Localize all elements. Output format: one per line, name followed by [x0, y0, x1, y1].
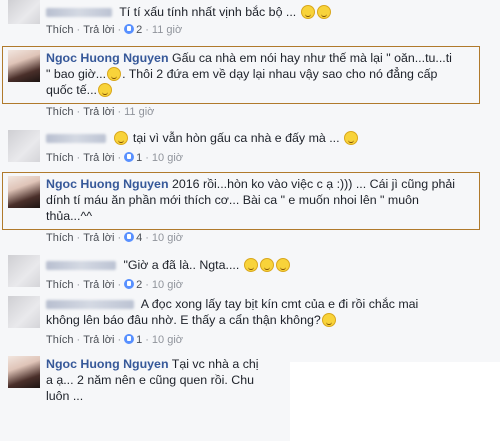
like-link[interactable]: Thích — [46, 334, 74, 346]
comment-text: luôn ... — [46, 389, 84, 403]
reply-link[interactable]: Trả lời — [83, 334, 114, 346]
tongue-emoji-icon — [316, 5, 331, 19]
laugh-emoji-icon — [97, 83, 112, 97]
commenter-name-blurred[interactable] — [46, 134, 106, 144]
reply-link[interactable]: Trả lời — [83, 279, 114, 291]
thumbs-up-icon — [124, 24, 135, 34]
comment-actions: Thích · Trả lời · 2 · 11 giờ — [46, 24, 183, 36]
timestamp[interactable]: 11 giờ — [124, 106, 154, 118]
comment-text: 2016 rồi...hòn ko vào việc c ạ :))) ... … — [171, 177, 456, 191]
comment-actions: Thích · Trả lời · 2 · 10 giờ — [46, 279, 183, 291]
reply-link[interactable]: Trả lời — [83, 106, 114, 118]
timestamp[interactable]: 10 giờ — [152, 232, 183, 244]
tongue-emoji-icon — [300, 5, 315, 19]
thumbs-up-icon — [124, 334, 135, 344]
timestamp[interactable]: 10 giờ — [152, 334, 183, 346]
like-link[interactable]: Thích — [46, 152, 74, 164]
comment-text: Tí tí xấu tính nhất vịnh bắc bộ ... — [119, 5, 297, 19]
thumbs-up-icon — [124, 279, 135, 289]
like-count[interactable]: 4 — [136, 232, 142, 244]
timestamp[interactable]: 10 giờ — [152, 279, 183, 291]
cover-face-emoji-icon — [321, 313, 336, 327]
reply-link[interactable]: Trả lời — [83, 232, 114, 244]
comment-text: "Giờ a đã là.. Ngta.... — [123, 258, 240, 272]
commenter-name-blurred[interactable] — [46, 8, 112, 18]
reply-link[interactable]: Trả lời — [83, 152, 114, 164]
commenter-name[interactable]: Ngoc Huong Nguyen — [46, 51, 169, 65]
timestamp[interactable]: 10 giờ — [152, 152, 183, 164]
avatar[interactable] — [8, 50, 40, 82]
laugh-emoji-icon — [275, 258, 290, 272]
like-count[interactable]: 1 — [136, 152, 142, 164]
comment-text: thủa...^^ — [46, 209, 93, 223]
like-link[interactable]: Thích — [46, 279, 74, 291]
comment-text: tại vì vẫn hòn gấu ca nhà e đấy mà ... — [132, 131, 340, 145]
comment-actions: Thích · Trả lời · 4 · 10 giờ — [46, 232, 183, 244]
reply-link[interactable]: Trả lời — [83, 24, 114, 36]
thumbs-up-icon — [124, 152, 135, 162]
comment-text: Tại vc nhà a chị — [171, 357, 259, 371]
avatar[interactable] — [8, 0, 40, 24]
like-count[interactable]: 2 — [136, 279, 142, 291]
commenter-name-blurred[interactable] — [46, 261, 116, 271]
commenter-name-blurred[interactable] — [46, 300, 134, 310]
laugh-emoji-icon — [114, 131, 129, 145]
like-link[interactable]: Thích — [46, 24, 74, 36]
comment-actions: Thích · Trả lời · 1 · 10 giờ — [46, 334, 183, 346]
timestamp[interactable]: 11 giờ — [152, 24, 182, 36]
comment-text: a ạ... 2 năm nên e cũng quen rồi. Chu — [46, 373, 255, 387]
redaction-box — [290, 362, 500, 441]
like-count[interactable]: 2 — [136, 24, 142, 36]
avatar[interactable] — [8, 356, 40, 388]
avatar[interactable] — [8, 296, 40, 328]
commenter-name[interactable]: Ngoc Huong Nguyen — [46, 357, 169, 371]
comment-text: Gấu ca nhà em nói hay như thế mà lại " o… — [171, 51, 452, 65]
laugh-emoji-icon — [259, 258, 274, 272]
thumbs-up-icon — [124, 232, 135, 242]
avatar[interactable] — [8, 255, 40, 287]
comment-actions: Thích · Trả lời · 11 giờ — [46, 106, 155, 118]
avatar[interactable] — [8, 130, 40, 162]
like-link[interactable]: Thích — [46, 232, 74, 244]
like-count[interactable]: 1 — [136, 334, 142, 346]
comment-text: quốc tế... — [46, 83, 97, 97]
comment-text: dính tí máu ăn phần mới thích cơ... Bài … — [46, 193, 419, 207]
like-link[interactable]: Thích — [46, 106, 74, 118]
comment-text: không lên báo đâu nhờ. E thấy a cẩn thận… — [46, 313, 321, 327]
comment-text: " bao giờ... — [46, 67, 107, 81]
laugh-emoji-icon — [243, 258, 258, 272]
comment-text: A đọc xong lấy tay bịt kín cmt của e đi … — [140, 297, 419, 311]
commenter-name[interactable]: Ngoc Huong Nguyen — [46, 177, 169, 191]
avatar[interactable] — [8, 176, 40, 208]
laugh-emoji-icon — [344, 131, 359, 145]
comment-text: . Thôi 2 đứa em về dạy lại nhau vậy sao … — [122, 67, 438, 81]
smile-emoji-icon — [107, 67, 122, 81]
comment-actions: Thích · Trả lời · 1 · 10 giờ — [46, 152, 183, 164]
